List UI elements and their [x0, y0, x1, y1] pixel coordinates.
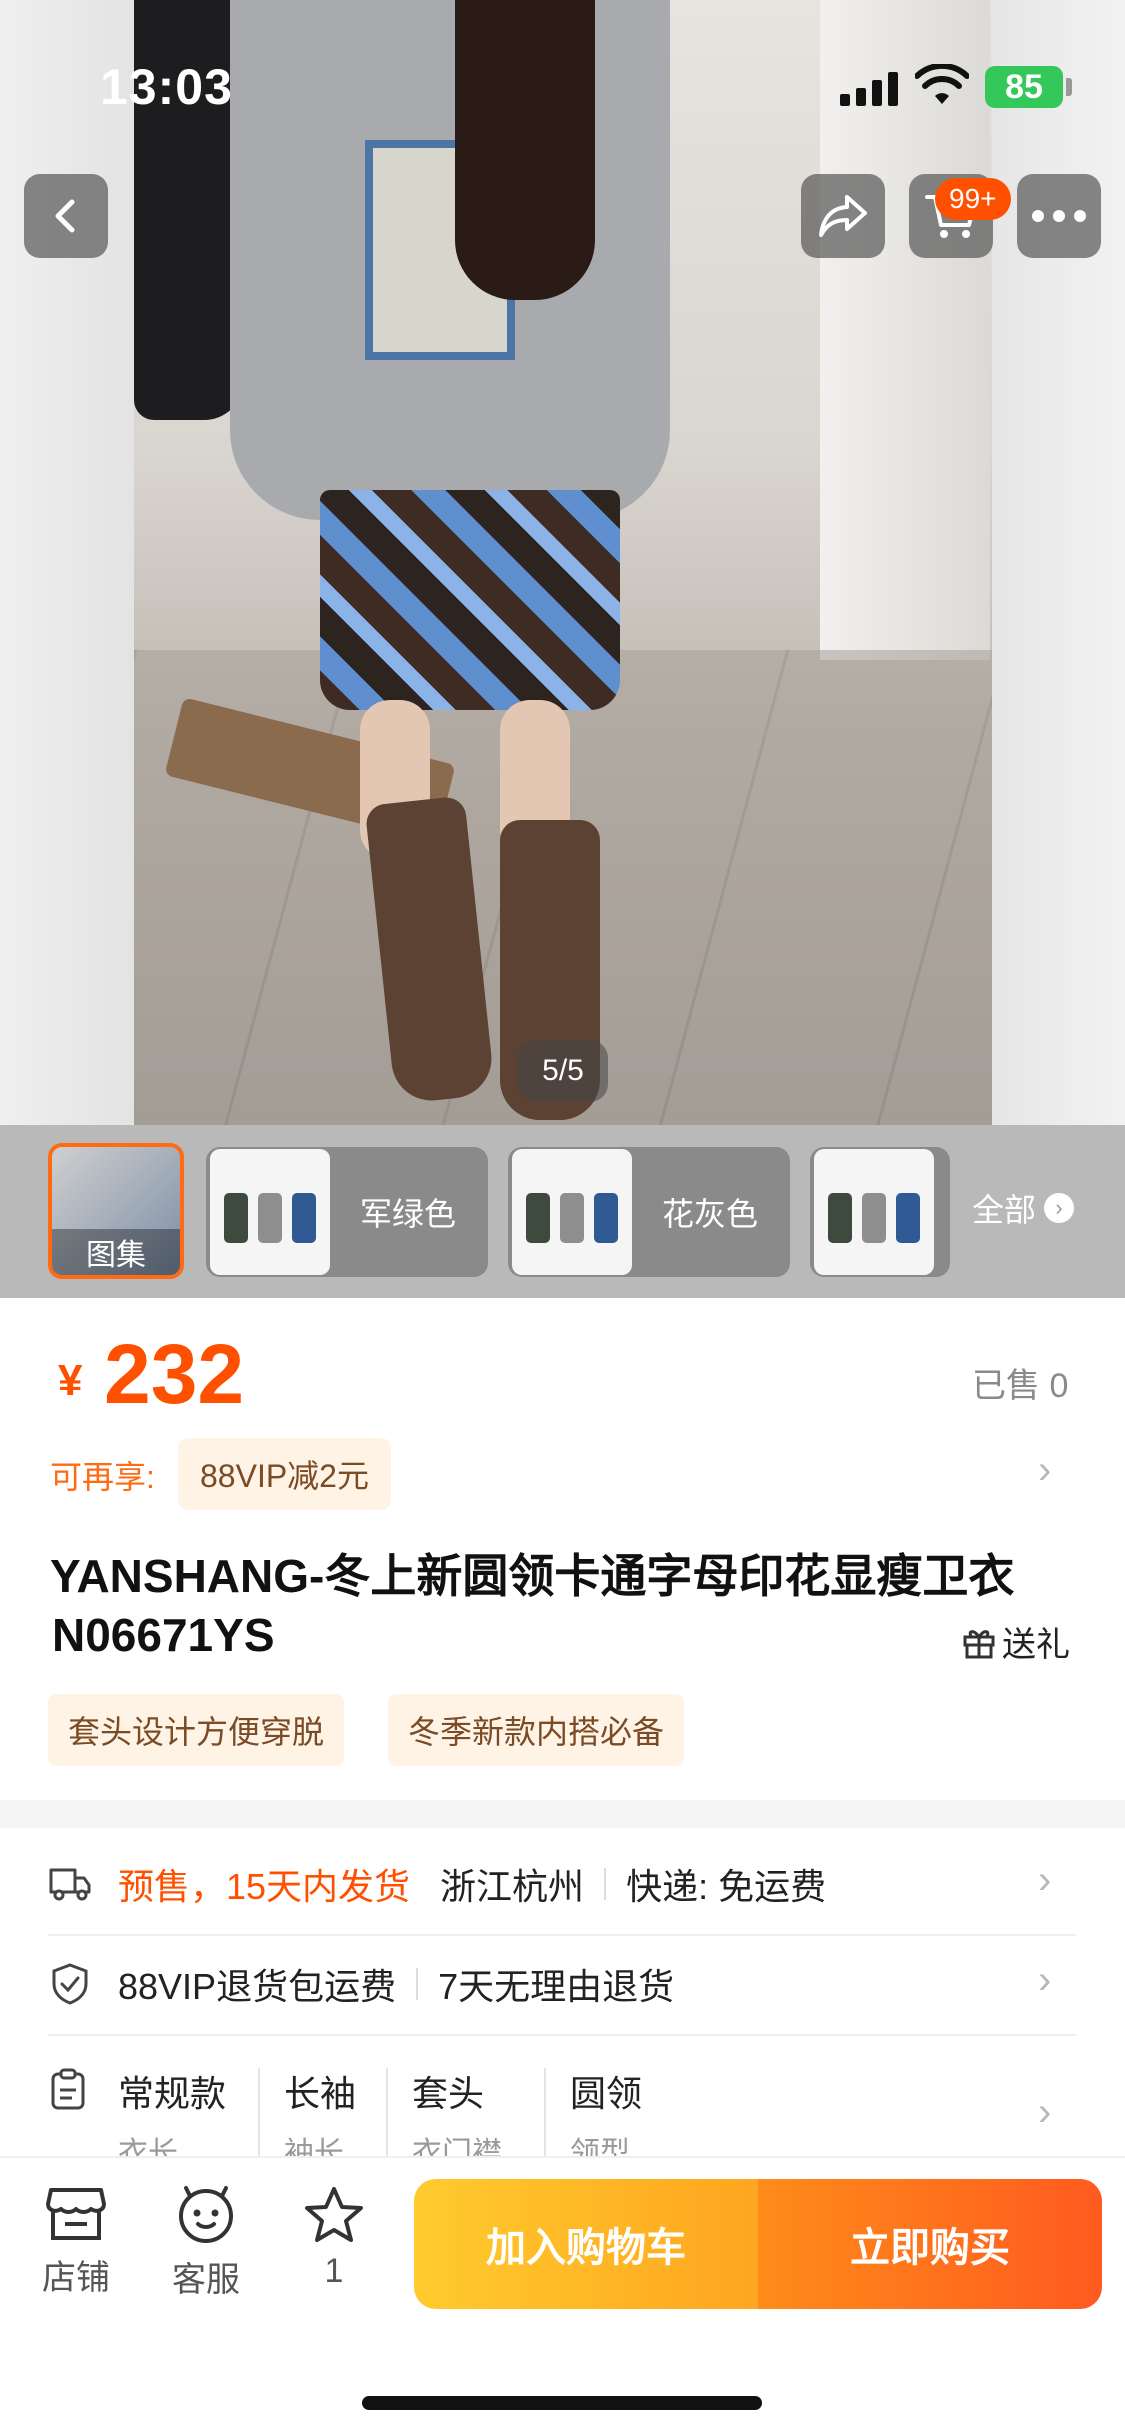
product-detail-page: 13:03 85 99+ 5/5 图集 军绿色 花灰色 全部 › ¥ 232 已… [0, 0, 1125, 2436]
chevron-right-icon: › [1044, 1193, 1075, 1223]
more-button[interactable] [1017, 174, 1101, 258]
shield-check-icon [48, 1962, 92, 2006]
cellular-signal-icon [840, 70, 898, 106]
variant-option[interactable]: 军绿色 [206, 1147, 488, 1277]
gift-label: 送礼 [1002, 1626, 1070, 1664]
express-text: 快递: 免运费 [626, 1866, 827, 1907]
attribute-value: 套头 [412, 2073, 485, 2114]
clipboard-icon [48, 2068, 88, 2117]
customer-service-label: 客服 [172, 2261, 240, 2299]
attribute-value: 常规款 [118, 2073, 227, 2114]
favorite-button[interactable]: 1 [284, 2186, 384, 2291]
chevron-right-icon: › [1038, 1958, 1052, 2002]
plaid-skirt [320, 490, 620, 710]
store-icon [46, 2188, 106, 2240]
service-row[interactable]: 88VIP退货包运费 7天无理由退货 › [48, 1934, 1076, 2034]
variant-label: 军绿色 [360, 1196, 457, 1232]
star-icon [305, 2187, 363, 2242]
sold-count: 已售 0 [972, 1367, 1069, 1405]
share-button[interactable] [801, 174, 885, 258]
gift-icon [963, 1629, 995, 1658]
currency-symbol: ¥ [58, 1356, 83, 1405]
chevron-right-icon: › [1038, 1858, 1052, 1902]
product-image-gallery[interactable] [0, 0, 1125, 1125]
attribute-value: 长袖 [284, 2073, 357, 2114]
return-shipping-text: 88VIP退货包运费 [118, 1966, 397, 2007]
variant-image [814, 1149, 934, 1275]
customer-service-button[interactable]: 客服 [156, 2186, 256, 2301]
variant-thumbnail-strip[interactable]: 图集 军绿色 花灰色 全部 › [0, 1125, 1125, 1298]
home-indicator [362, 2396, 762, 2410]
chevron-right-icon[interactable]: › [1038, 1448, 1051, 1493]
gallery-thumbnail[interactable]: 图集 [48, 1143, 184, 1279]
product-title: YANSHANG-冬上新圆领卡通字母印花显瘦卫衣 [50, 1550, 1015, 1602]
variant-image [210, 1149, 330, 1275]
shop-label: 店铺 [42, 2259, 110, 2297]
customer-service-icon [179, 2186, 233, 2243]
product-feature-tag: 冬季新款内搭必备 [388, 1694, 685, 1766]
image-pager: 5/5 [518, 1040, 608, 1102]
view-all-label: 全部 [972, 1192, 1037, 1228]
buy-now-button[interactable]: 立即购买 [758, 2179, 1102, 2309]
chevron-right-icon: › [1038, 2090, 1052, 2134]
more-dots-icon [1032, 210, 1086, 222]
add-to-cart-button[interactable]: 加入购物车 [414, 2179, 758, 2309]
back-button[interactable] [24, 174, 108, 258]
promo-prefix: 可再享: [50, 1459, 155, 1495]
share-icon [819, 195, 867, 237]
status-time: 13:03 [100, 59, 233, 115]
origin-text: 浙江杭州 [440, 1866, 585, 1907]
battery-indicator: 85 [985, 66, 1063, 108]
product-feature-tag: 套头设计方便穿脱 [48, 1694, 345, 1766]
gallery-thumbnail-label: 图集 [52, 1229, 180, 1275]
variant-label: 花灰色 [662, 1196, 759, 1232]
favorite-count: 1 [324, 2252, 344, 2290]
attribute-value: 圆领 [570, 2073, 643, 2114]
shipping-row[interactable]: 预售，15天内发货 浙江杭州 快递: 免运费 › [48, 1834, 1076, 1934]
variant-option[interactable] [810, 1147, 950, 1277]
cart-count-badge: 99+ [935, 178, 1011, 220]
vip-discount-tag[interactable]: 88VIP减2元 [178, 1438, 391, 1510]
view-all-variants-button[interactable]: 全部 › [972, 1185, 1075, 1231]
gift-button[interactable]: 送礼 [962, 1617, 1070, 1666]
variant-option[interactable]: 花灰色 [508, 1147, 790, 1277]
wifi-icon [915, 64, 969, 104]
no-reason-return-text: 7天无理由退货 [438, 1966, 675, 2007]
presale-text: 预售，15天内发货 [118, 1866, 411, 1907]
chevron-left-icon [55, 199, 75, 233]
shop-button[interactable]: 店铺 [26, 2186, 126, 2299]
delivery-truck-icon [48, 1862, 92, 1906]
product-code: N06671YS [52, 1609, 275, 1661]
price-value: 232 [104, 1327, 245, 1421]
variant-image [512, 1149, 632, 1275]
